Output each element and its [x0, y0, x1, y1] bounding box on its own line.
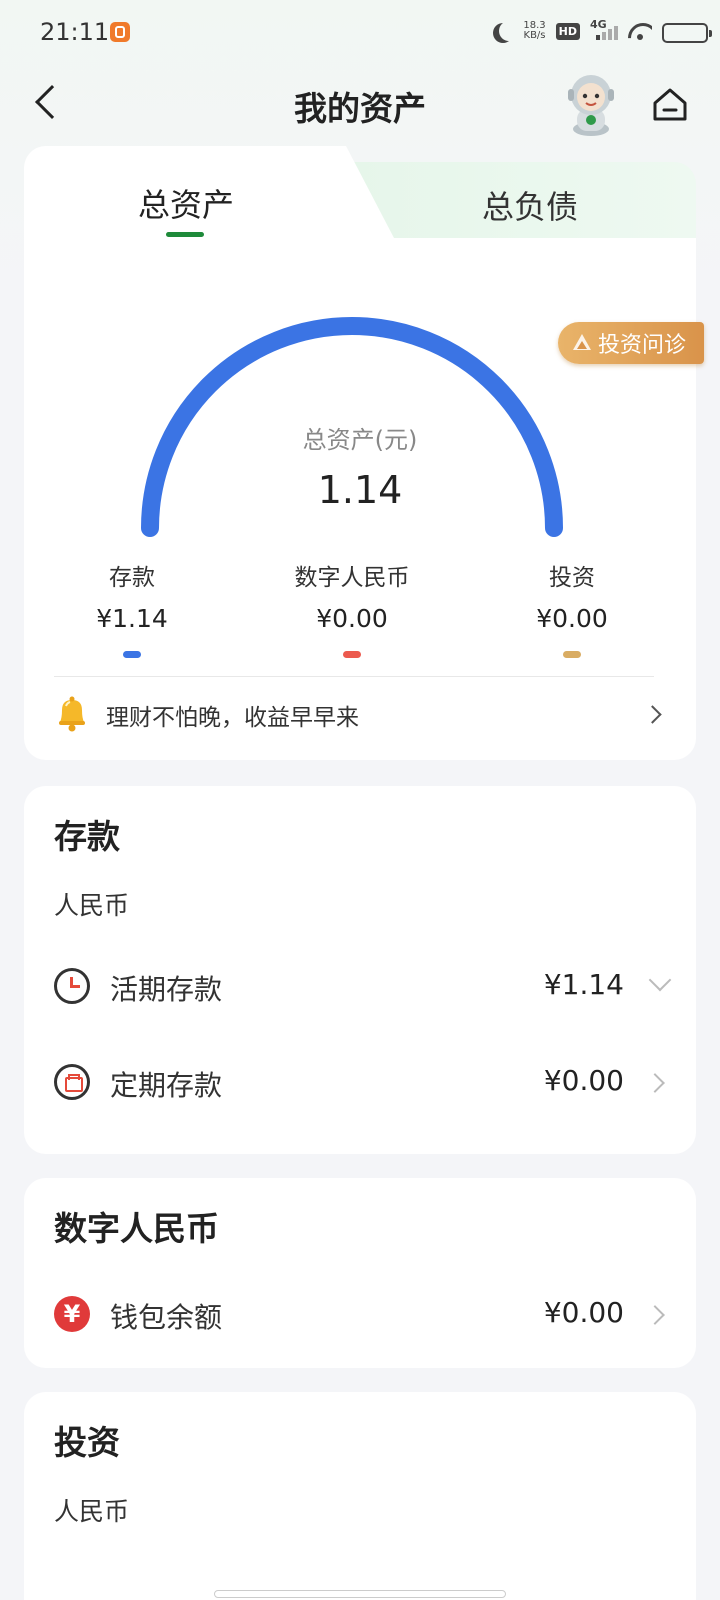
- status-icons: 18.3 KB/s HD 4G: [493, 18, 712, 43]
- row-label: 活期存款: [110, 973, 223, 1006]
- chevron-down-icon[interactable]: [648, 968, 672, 992]
- bell-icon: [59, 696, 85, 732]
- legend-color-swatch: [343, 651, 361, 658]
- status-time: 21:11: [40, 18, 110, 46]
- network-type: 4G: [590, 18, 607, 31]
- deposit-card: 存款 人民币 活期存款 ¥1.14 定期存款 ¥0.00: [24, 786, 696, 1154]
- divider: [54, 676, 654, 677]
- status-bar: 21:11 18.3 KB/s HD 4G: [0, 0, 720, 66]
- legend-value: ¥1.14: [96, 604, 168, 633]
- digital-rmb-card: 数字人民币 ¥ 钱包余额 ¥0.00: [24, 1178, 696, 1368]
- legend-investment: 投资 ¥0.00: [482, 558, 662, 658]
- section-title-digital-rmb: 数字人民币: [54, 1209, 219, 1248]
- investment-diagnosis-button[interactable]: 投资问诊: [558, 322, 704, 364]
- list-item-wallet-balance[interactable]: ¥ 钱包余额 ¥0.00: [24, 1284, 696, 1344]
- promo-tip-text[interactable]: 理财不怕晚，收益早早来: [106, 698, 359, 732]
- legend-label: 投资: [549, 565, 595, 591]
- asset-summary-card: 总资产 总负债 投资问诊 总资产(元) 1.14 存款 ¥1.14 数字人民币 …: [24, 146, 704, 760]
- tab-total-liabilities[interactable]: 总负债: [482, 182, 578, 228]
- section-title-investment: 投资: [54, 1423, 120, 1462]
- calendar-icon: [54, 1064, 90, 1100]
- yen-icon: ¥: [54, 1296, 90, 1332]
- investment-card: 投资 人民币: [24, 1392, 696, 1600]
- nav-bar: 我的资产: [0, 66, 720, 142]
- signal-4g-icon: 4G: [590, 18, 618, 42]
- legend-label: 存款: [109, 565, 155, 591]
- section-title-deposit: 存款: [54, 817, 120, 856]
- investment-diagnosis-label: 投资问诊: [598, 333, 687, 358]
- list-item-fixed-deposit[interactable]: 定期存款 ¥0.00: [24, 1052, 696, 1112]
- legend-deposit: 存款 ¥1.14: [42, 558, 222, 658]
- total-assets-value: 1.14: [317, 468, 403, 512]
- list-item-demand-deposit[interactable]: 活期存款 ¥1.14: [24, 956, 696, 1016]
- sailboat-icon: [572, 334, 592, 352]
- row-value: ¥0.00: [543, 1064, 624, 1097]
- currency-label: 人民币: [54, 891, 130, 920]
- clock-icon: [54, 968, 90, 1004]
- battery-icon: [662, 23, 712, 43]
- legend-value: ¥0.00: [536, 604, 608, 633]
- home-indicator[interactable]: [214, 1590, 506, 1598]
- legend-label: 数字人民币: [294, 565, 410, 591]
- legend-color-swatch: [123, 651, 141, 658]
- network-speed: 18.3 KB/s: [523, 21, 545, 41]
- chevron-right-icon[interactable]: [645, 1073, 665, 1093]
- legend-digital-rmb: 数字人民币 ¥0.00: [262, 558, 442, 658]
- notification-app-icon: [110, 22, 130, 42]
- wifi-icon: [628, 21, 652, 41]
- hd-icon: HD: [555, 22, 580, 40]
- chevron-right-icon[interactable]: [645, 1305, 665, 1325]
- row-value: ¥1.14: [543, 968, 624, 1001]
- home-icon[interactable]: [652, 86, 688, 122]
- network-speed-unit: KB/s: [523, 30, 546, 41]
- currency-label: 人民币: [54, 1497, 130, 1526]
- legend-color-swatch: [563, 651, 581, 658]
- total-assets-label: 总资产(元): [302, 426, 418, 454]
- tab-total-assets[interactable]: 总资产: [138, 180, 234, 226]
- do-not-disturb-icon: [499, 21, 519, 41]
- row-value: ¥0.00: [543, 1296, 624, 1329]
- tab-active-indicator: [166, 232, 204, 237]
- robot-assistant-avatar[interactable]: [560, 71, 622, 137]
- row-label: 钱包余额: [110, 1301, 223, 1334]
- legend-value: ¥0.00: [316, 604, 388, 633]
- row-label: 定期存款: [110, 1069, 223, 1102]
